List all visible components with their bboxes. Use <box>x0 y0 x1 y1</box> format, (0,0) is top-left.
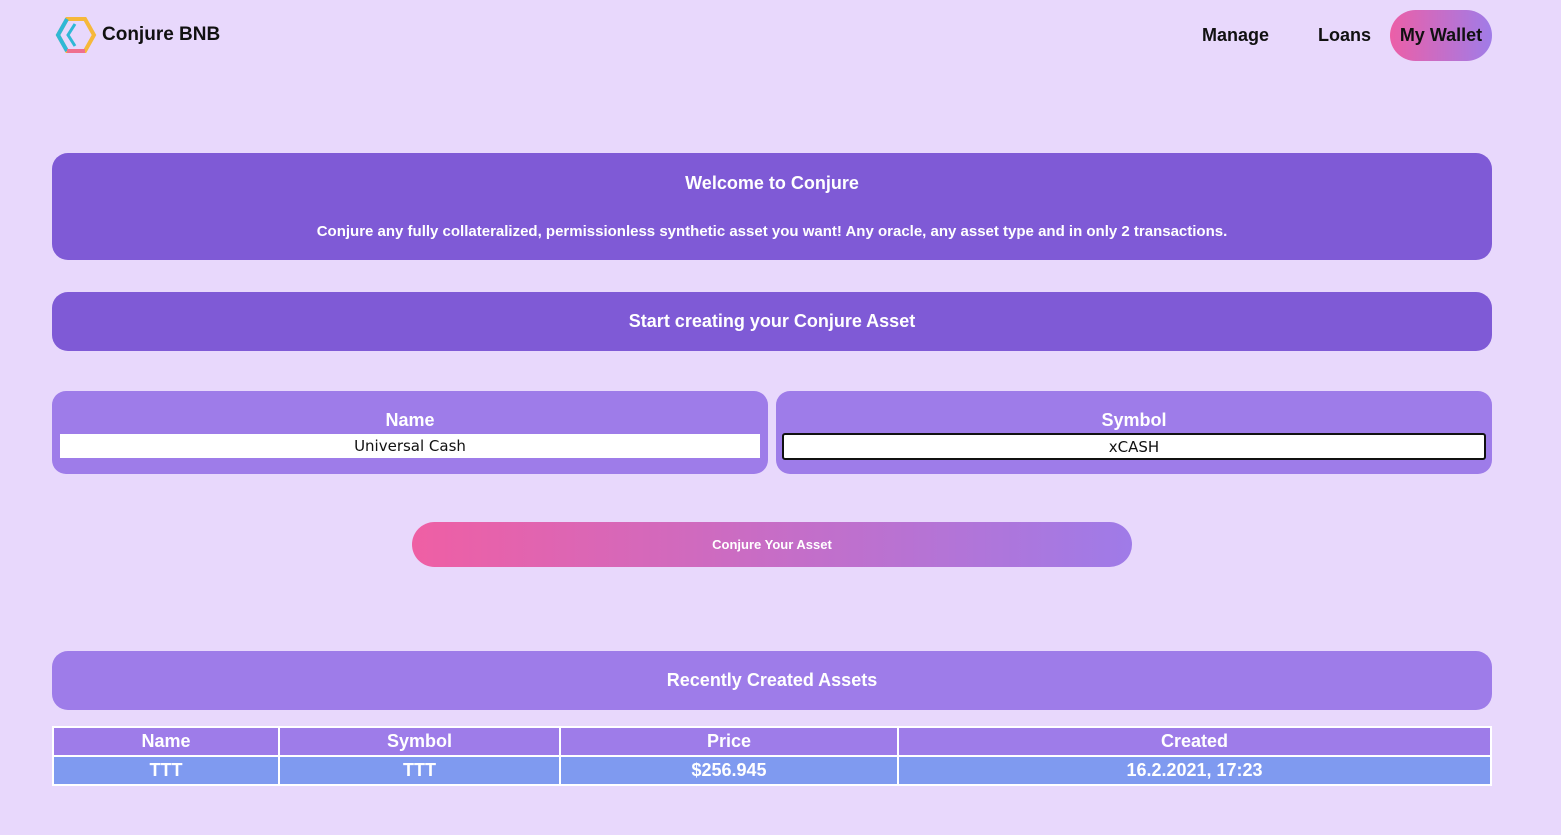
column-header-symbol: Symbol <box>278 726 561 757</box>
welcome-title: Welcome to Conjure <box>685 173 859 193</box>
name-input[interactable] <box>60 434 760 458</box>
name-label: Name <box>385 410 435 430</box>
table-row[interactable]: TTT TTT $256.945 16.2.2021, 17:23 <box>52 755 1492 786</box>
table-header-row: Name Symbol Price Created <box>52 726 1492 757</box>
column-header-name: Name <box>52 726 280 757</box>
column-header-created: Created <box>897 726 1492 757</box>
symbol-label: Symbol <box>1101 410 1167 430</box>
asset-created-cell: 16.2.2021, 17:23 <box>897 755 1492 786</box>
symbol-field-card: Symbol <box>776 391 1492 474</box>
welcome-panel: Welcome to Conjure Conjure any fully col… <box>52 153 1492 260</box>
asset-name-cell: TTT <box>52 755 280 786</box>
recent-assets-table: Name Symbol Price Created TTT TTT $256.9… <box>52 726 1492 786</box>
recently-created-heading: Recently Created Assets <box>52 651 1492 710</box>
conjure-logo-icon[interactable] <box>55 16 97 54</box>
start-creating-heading: Start creating your Conjure Asset <box>52 292 1492 351</box>
column-header-price: Price <box>559 726 899 757</box>
asset-price-cell: $256.945 <box>559 755 899 786</box>
my-wallet-button[interactable]: My Wallet <box>1390 10 1492 61</box>
brand-name[interactable]: Conjure BNB <box>102 24 220 46</box>
symbol-input[interactable] <box>782 433 1486 460</box>
conjure-asset-button[interactable]: Conjure Your Asset <box>412 522 1132 567</box>
name-field-card: Name <box>52 391 768 474</box>
nav-loans[interactable]: Loans <box>1318 10 1371 61</box>
top-navbar: Conjure BNB Manage Loans My Wallet <box>0 0 1561 72</box>
nav-manage[interactable]: Manage <box>1202 10 1269 61</box>
welcome-description: Conjure any fully collateralized, permis… <box>316 223 1228 240</box>
asset-symbol-cell: TTT <box>278 755 561 786</box>
